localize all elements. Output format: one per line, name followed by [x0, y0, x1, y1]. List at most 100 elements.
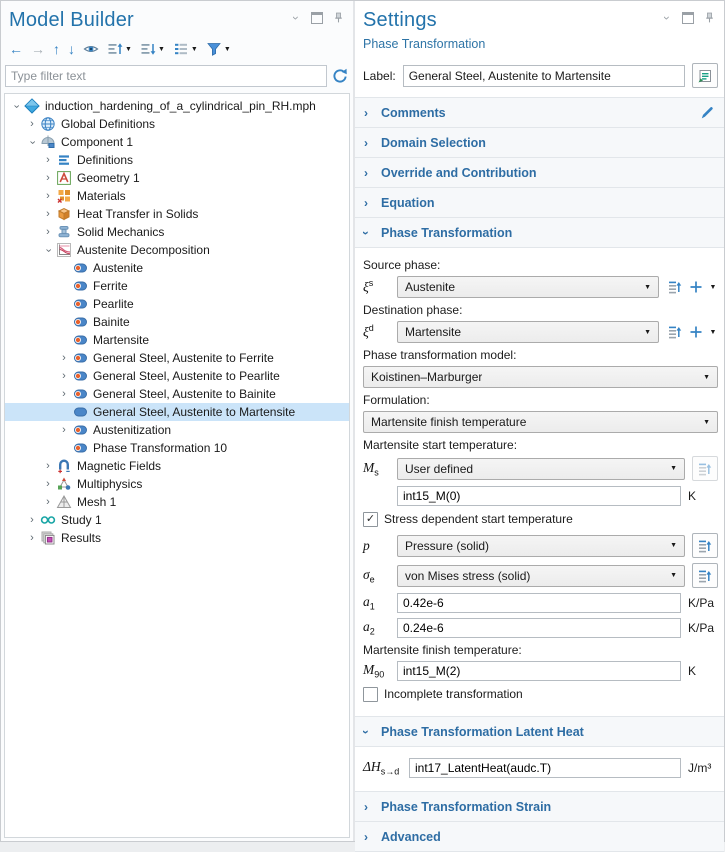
a1-input[interactable] — [397, 593, 681, 613]
add-phase-menu-caret-icon[interactable]: ▼ — [708, 278, 718, 296]
chevron-right-icon[interactable]: › — [25, 119, 39, 130]
formulation-select[interactable]: Martensite finish temperature▼ — [363, 411, 718, 433]
tree-item-geometry-1[interactable]: ›Geometry 1 — [5, 169, 349, 187]
tree-item-materials[interactable]: ›Materials — [5, 187, 349, 205]
go-to-source-icon[interactable] — [666, 278, 684, 296]
menu-caret-icon[interactable]: ▼ — [158, 46, 165, 53]
tree-item-label: Austenitization — [93, 423, 175, 437]
chevron-right-icon[interactable]: › — [57, 353, 71, 364]
chevron-right-icon[interactable]: › — [41, 227, 55, 238]
chevron-right-icon[interactable]: › — [41, 191, 55, 202]
tree-item-global-definitions[interactable]: ›Global Definitions — [5, 115, 349, 133]
tree-item-multiphysics[interactable]: ›Multiphysics — [5, 475, 349, 493]
phase-transformation-model-select[interactable]: Koistinen–Marburger▼ — [363, 366, 718, 388]
chevron-right-icon[interactable]: › — [41, 479, 55, 490]
tree-item-bainite[interactable]: Bainite — [5, 313, 349, 331]
chevron-right-icon[interactable]: › — [41, 461, 55, 472]
tree-item-general-steel-austenite-to-martensite[interactable]: General Steel, Austenite to Martensite — [5, 403, 349, 421]
section-latent-heat[interactable]: › Phase Transformation Latent Heat — [355, 717, 724, 747]
section-advanced[interactable]: › Advanced — [355, 822, 724, 852]
add-phase-menu-caret-icon[interactable]: ▼ — [708, 323, 718, 341]
tree-item-ferrite[interactable]: Ferrite — [5, 277, 349, 295]
section-domain-selection[interactable]: › Domain Selection — [355, 128, 724, 158]
ms-select[interactable]: User defined▼ — [397, 458, 685, 480]
chevron-down-icon[interactable]: › — [41, 245, 55, 256]
tree-item-austenitization[interactable]: › Austenitization — [5, 421, 349, 439]
pin-icon[interactable] — [703, 11, 716, 24]
a2-input[interactable] — [397, 618, 681, 638]
move-up-arrow-icon[interactable]: ↑ — [51, 39, 62, 59]
go-to-source-button[interactable] — [692, 563, 718, 588]
chevron-right-icon[interactable]: › — [41, 155, 55, 166]
edit-comments-icon[interactable] — [699, 105, 715, 121]
tree-item-general-steel-austenite-to-pearlite[interactable]: ›General Steel, Austenite to Pearlite — [5, 367, 349, 385]
mph-file-icon — [24, 98, 40, 114]
float-window-icon[interactable] — [311, 12, 323, 24]
section-override-and-contribution[interactable]: › Override and Contribution — [355, 158, 724, 188]
float-window-icon[interactable] — [682, 12, 694, 24]
rename-button[interactable] — [692, 63, 718, 88]
tree-item-austenite-decomposition[interactable]: ›Austenite Decomposition — [5, 241, 349, 259]
chevron-right-icon[interactable]: › — [41, 173, 55, 184]
collapse-chevron-icon[interactable]: › — [660, 11, 673, 24]
chevron-right-icon[interactable]: › — [57, 389, 71, 400]
tree-item-results[interactable]: ›Results — [5, 529, 349, 547]
move-down-arrow-icon[interactable]: ↓ — [66, 39, 77, 59]
tree-item-general-steel-austenite-to-bainite[interactable]: ›General Steel, Austenite to Bainite — [5, 385, 349, 403]
go-to-source-button[interactable] — [692, 533, 718, 558]
refresh-icon[interactable] — [331, 67, 349, 85]
tree-item-phase-transformation-10[interactable]: Phase Transformation 10 — [5, 439, 349, 457]
pin-icon[interactable] — [332, 11, 345, 24]
tree-item-austenite[interactable]: Austenite — [5, 259, 349, 277]
ms-expression-input[interactable] — [397, 486, 681, 506]
section-phase-transformation-strain[interactable]: › Phase Transformation Strain — [355, 792, 724, 822]
tree-item-study-1[interactable]: ›Study 1 — [5, 511, 349, 529]
collapse-tree-icon[interactable]: ▼ — [138, 39, 167, 59]
tree-item-magnetic-fields[interactable]: ›Magnetic Fields — [5, 457, 349, 475]
chevron-right-icon[interactable]: › — [57, 371, 71, 382]
tree-item-heat-transfer-in-solids[interactable]: ›Heat Transfer in Solids — [5, 205, 349, 223]
section-comments[interactable]: › Comments — [355, 98, 724, 128]
add-phase-icon[interactable] — [687, 278, 705, 296]
menu-caret-icon[interactable]: ▼ — [125, 46, 132, 53]
show-eye-icon[interactable] — [81, 39, 101, 59]
chevron-right-icon[interactable]: › — [25, 515, 39, 526]
tree-item-general-steel-austenite-to-ferrite[interactable]: ›General Steel, Austenite to Ferrite — [5, 349, 349, 367]
go-to-source-icon[interactable] — [666, 323, 684, 341]
tree-item-mesh-1[interactable]: ›Mesh 1 — [5, 493, 349, 511]
chevron-down-icon[interactable]: › — [9, 101, 23, 112]
model-tree-filter-icon[interactable]: ▼ — [204, 39, 233, 59]
label-input[interactable] — [403, 65, 685, 87]
source-phase-select[interactable]: Austenite▼ — [397, 276, 659, 298]
m90-input[interactable] — [397, 661, 681, 681]
tree-item-pearlite[interactable]: Pearlite — [5, 295, 349, 313]
chevron-right-icon[interactable]: › — [41, 209, 55, 220]
chevron-down-icon[interactable]: › — [25, 137, 39, 148]
stress-dependent-checkbox[interactable]: ✓ — [363, 512, 378, 527]
filter-input[interactable] — [5, 65, 327, 87]
add-phase-icon[interactable] — [687, 323, 705, 341]
tree-item-definitions[interactable]: ›Definitions — [5, 151, 349, 169]
chevron-right-icon[interactable]: › — [57, 425, 71, 436]
chevron-right-icon[interactable]: › — [41, 497, 55, 508]
destination-phase-select[interactable]: Martensite▼ — [397, 321, 659, 343]
von-mises-select[interactable]: von Mises stress (solid)▼ — [397, 565, 685, 587]
expand-tree-icon[interactable]: ▼ — [105, 39, 134, 59]
node-text-icon[interactable]: ▼ — [171, 39, 200, 59]
back-arrow-icon[interactable]: ← — [7, 39, 25, 59]
tree-item-martensite[interactable]: Martensite — [5, 331, 349, 349]
menu-caret-icon[interactable]: ▼ — [191, 46, 198, 53]
tree-item-induction-hardening-of-a-cylindrical-pin-rh-mph[interactable]: ›induction_hardening_of_a_cylindrical_pi… — [5, 97, 349, 115]
tree-item-solid-mechanics[interactable]: ›Solid Mechanics — [5, 223, 349, 241]
pressure-select[interactable]: Pressure (solid)▼ — [397, 535, 685, 557]
tree-item-component-1[interactable]: ›Component 1 — [5, 133, 349, 151]
chevron-right-icon[interactable]: › — [25, 533, 39, 544]
latent-heat-input[interactable] — [409, 758, 681, 778]
incomplete-transformation-checkbox[interactable] — [363, 687, 378, 702]
phase-icon — [72, 350, 88, 366]
menu-caret-icon[interactable]: ▼ — [224, 46, 231, 53]
section-phase-transformation[interactable]: › Phase Transformation — [355, 218, 724, 248]
section-equation[interactable]: › Equation — [355, 188, 724, 218]
von-mises-row: σe von Mises stress (solid)▼ — [363, 563, 718, 588]
collapse-chevron-icon[interactable]: › — [289, 11, 302, 24]
